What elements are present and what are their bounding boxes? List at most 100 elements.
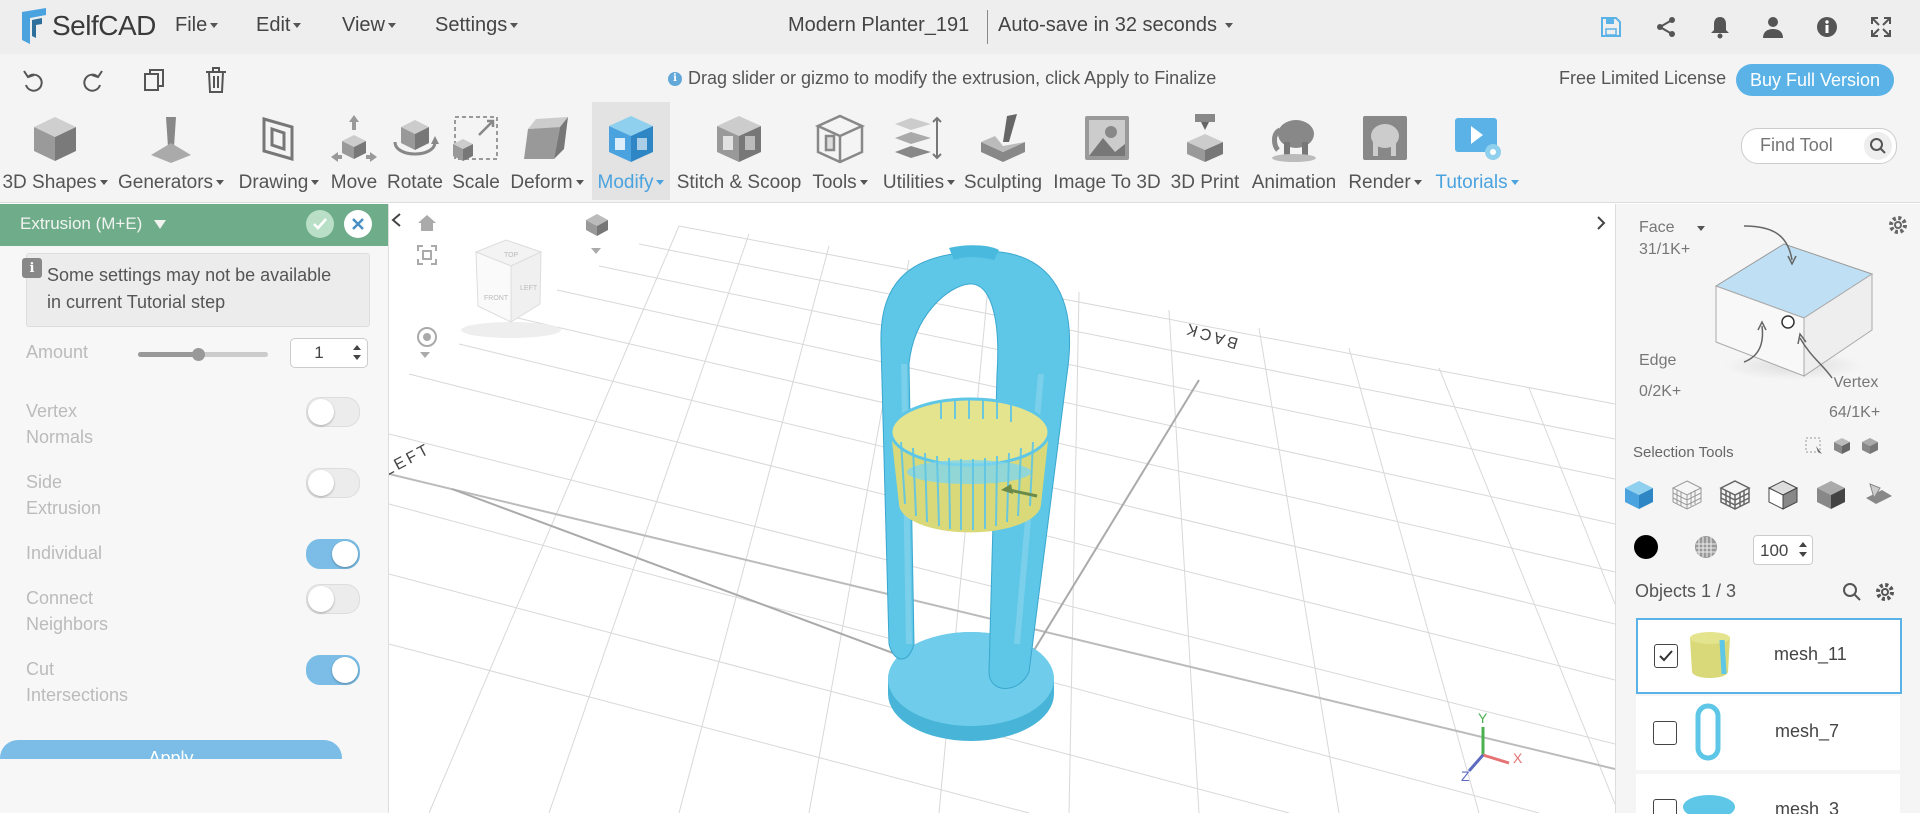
sculpting-icon bbox=[977, 112, 1029, 164]
document-title[interactable]: Modern Planter_191 bbox=[788, 14, 969, 37]
tool-scale[interactable]: Scale bbox=[448, 102, 504, 200]
color-swatch[interactable] bbox=[1634, 535, 1658, 559]
close-icon[interactable] bbox=[344, 210, 372, 238]
edge-label: Edge bbox=[1639, 352, 1677, 369]
select-face-icon[interactable] bbox=[1622, 478, 1656, 517]
select-box-icon[interactable] bbox=[1804, 436, 1824, 461]
tool-render[interactable]: Render bbox=[1346, 102, 1424, 200]
zoom-fit-icon[interactable] bbox=[416, 244, 438, 271]
apply-button[interactable]: Apply bbox=[0, 740, 342, 759]
select-plane-icon[interactable] bbox=[1862, 478, 1896, 517]
3d-viewport[interactable]: BACK LEFT Y X Z bbox=[389, 204, 1615, 813]
tool-tutorials[interactable]: Tutorials bbox=[1426, 102, 1528, 200]
collapse-right-panel-icon[interactable] bbox=[1588, 208, 1614, 238]
decrement-icon[interactable] bbox=[1799, 552, 1807, 557]
info-icon[interactable] bbox=[1813, 13, 1841, 41]
object-checkbox[interactable] bbox=[1654, 644, 1678, 668]
tool-generators[interactable]: Generators bbox=[115, 102, 227, 200]
select-all-icon[interactable] bbox=[1860, 436, 1880, 461]
cut-intersections-toggle[interactable] bbox=[306, 655, 360, 685]
chevron-down-icon bbox=[293, 23, 302, 28]
gear-icon[interactable] bbox=[1887, 214, 1909, 241]
menu-settings[interactable]: Settings bbox=[435, 14, 519, 37]
select-half-icon[interactable] bbox=[1814, 478, 1848, 517]
tool-rotate[interactable]: Rotate bbox=[384, 102, 446, 200]
autosave-status[interactable]: Auto-save in 32 seconds bbox=[998, 14, 1234, 37]
perspective-icon[interactable] bbox=[584, 212, 610, 243]
amount-stepper[interactable]: 1 bbox=[290, 338, 368, 368]
confirm-check-icon[interactable] bbox=[306, 210, 334, 238]
tool-label: Tutorials bbox=[1435, 172, 1508, 193]
tutorials-icon bbox=[1451, 112, 1503, 164]
search-icon[interactable] bbox=[1864, 132, 1892, 160]
opacity-stepper[interactable]: 100 bbox=[1753, 535, 1813, 565]
select-grid-icon[interactable] bbox=[1718, 478, 1752, 517]
hint-text: Drag slider or gizmo to modify the extru… bbox=[688, 68, 1217, 88]
side-extrusion-toggle[interactable] bbox=[306, 468, 360, 498]
find-tool-field[interactable] bbox=[1741, 128, 1897, 164]
objects-settings-icon[interactable] bbox=[1874, 581, 1896, 608]
move-icon bbox=[328, 112, 380, 164]
view-cube[interactable]: TOP FRONT LEFT bbox=[456, 230, 566, 345]
tool-image-to-3d[interactable]: Image To 3D bbox=[1048, 102, 1166, 200]
tool-tools[interactable]: Tools bbox=[805, 102, 875, 200]
orbit-icon[interactable] bbox=[416, 326, 438, 353]
user-icon[interactable] bbox=[1759, 13, 1787, 41]
tool-modify[interactable]: Modify bbox=[592, 102, 670, 200]
select-wire-icon[interactable] bbox=[1670, 478, 1704, 517]
redo-icon[interactable] bbox=[80, 67, 106, 98]
tool-3d-shapes[interactable]: 3D Shapes bbox=[0, 102, 110, 200]
drawing-icon bbox=[253, 112, 305, 164]
select-object-icon[interactable] bbox=[1832, 436, 1852, 461]
select-solid-icon[interactable] bbox=[1766, 478, 1800, 517]
decrement-icon[interactable] bbox=[353, 355, 361, 360]
object-row-mesh-7[interactable]: mesh_7 bbox=[1636, 696, 1900, 770]
modify-icon bbox=[605, 112, 657, 164]
chevron-down-icon bbox=[1413, 180, 1422, 186]
vertex-normals-toggle[interactable] bbox=[306, 397, 360, 427]
tool-3d-print[interactable]: 3D Print bbox=[1168, 102, 1242, 200]
tool-deform[interactable]: Deform bbox=[506, 102, 588, 200]
home-view-icon[interactable] bbox=[416, 212, 438, 239]
tool-label: Rotate bbox=[387, 172, 443, 193]
texture-icon[interactable] bbox=[1694, 535, 1718, 564]
find-tool-input[interactable] bbox=[1758, 134, 1862, 157]
buy-full-version-button[interactable]: Buy Full Version bbox=[1736, 64, 1894, 96]
chevron-down-icon[interactable] bbox=[420, 352, 430, 358]
object-row-mesh-11[interactable]: mesh_11 bbox=[1636, 618, 1902, 694]
amount-value: 1 bbox=[314, 343, 324, 362]
menu-view[interactable]: View bbox=[342, 14, 396, 37]
copy-icon[interactable] bbox=[142, 67, 166, 98]
tool-stitch-scoop[interactable]: Stitch & Scoop bbox=[676, 102, 802, 200]
collapse-left-panel-icon[interactable] bbox=[388, 208, 406, 237]
selfcad-logo-icon bbox=[22, 8, 46, 44]
tool-sculpting[interactable]: Sculpting bbox=[962, 102, 1044, 200]
increment-icon[interactable] bbox=[1799, 542, 1807, 547]
app-logo[interactable]: SelfCAD bbox=[18, 6, 156, 46]
menu-edit[interactable]: Edit bbox=[256, 14, 302, 37]
connect-neighbors-toggle[interactable] bbox=[306, 584, 360, 614]
fullscreen-icon[interactable] bbox=[1867, 13, 1895, 41]
panel-title[interactable]: Extrusion (M+E) bbox=[20, 214, 167, 234]
bell-icon[interactable] bbox=[1706, 13, 1734, 41]
menu-file[interactable]: File bbox=[175, 14, 219, 37]
face-mode[interactable]: Face bbox=[1639, 219, 1705, 237]
trash-icon[interactable] bbox=[204, 66, 228, 99]
tool-animation[interactable]: Animation bbox=[1244, 102, 1344, 200]
object-checkbox[interactable] bbox=[1653, 721, 1677, 745]
search-objects-icon[interactable] bbox=[1842, 582, 1862, 607]
amount-slider-handle[interactable] bbox=[191, 348, 205, 361]
save-icon[interactable] bbox=[1597, 13, 1625, 41]
tool-drawing[interactable]: Drawing bbox=[232, 102, 326, 200]
tool-utilities[interactable]: Utilities bbox=[877, 102, 961, 200]
individual-toggle[interactable] bbox=[306, 539, 360, 569]
increment-icon[interactable] bbox=[353, 345, 361, 350]
tool-move[interactable]: Move bbox=[326, 102, 382, 200]
undo-icon[interactable] bbox=[20, 67, 46, 98]
scene-canvas[interactable]: BACK LEFT Y X Z bbox=[389, 204, 1615, 813]
rotate-icon bbox=[389, 112, 441, 164]
object-row-mesh-3[interactable]: mesh_3 bbox=[1636, 774, 1900, 815]
selection-mode-box[interactable] bbox=[1704, 216, 1874, 391]
chevron-down-icon[interactable] bbox=[591, 248, 601, 254]
share-icon[interactable] bbox=[1652, 13, 1680, 41]
